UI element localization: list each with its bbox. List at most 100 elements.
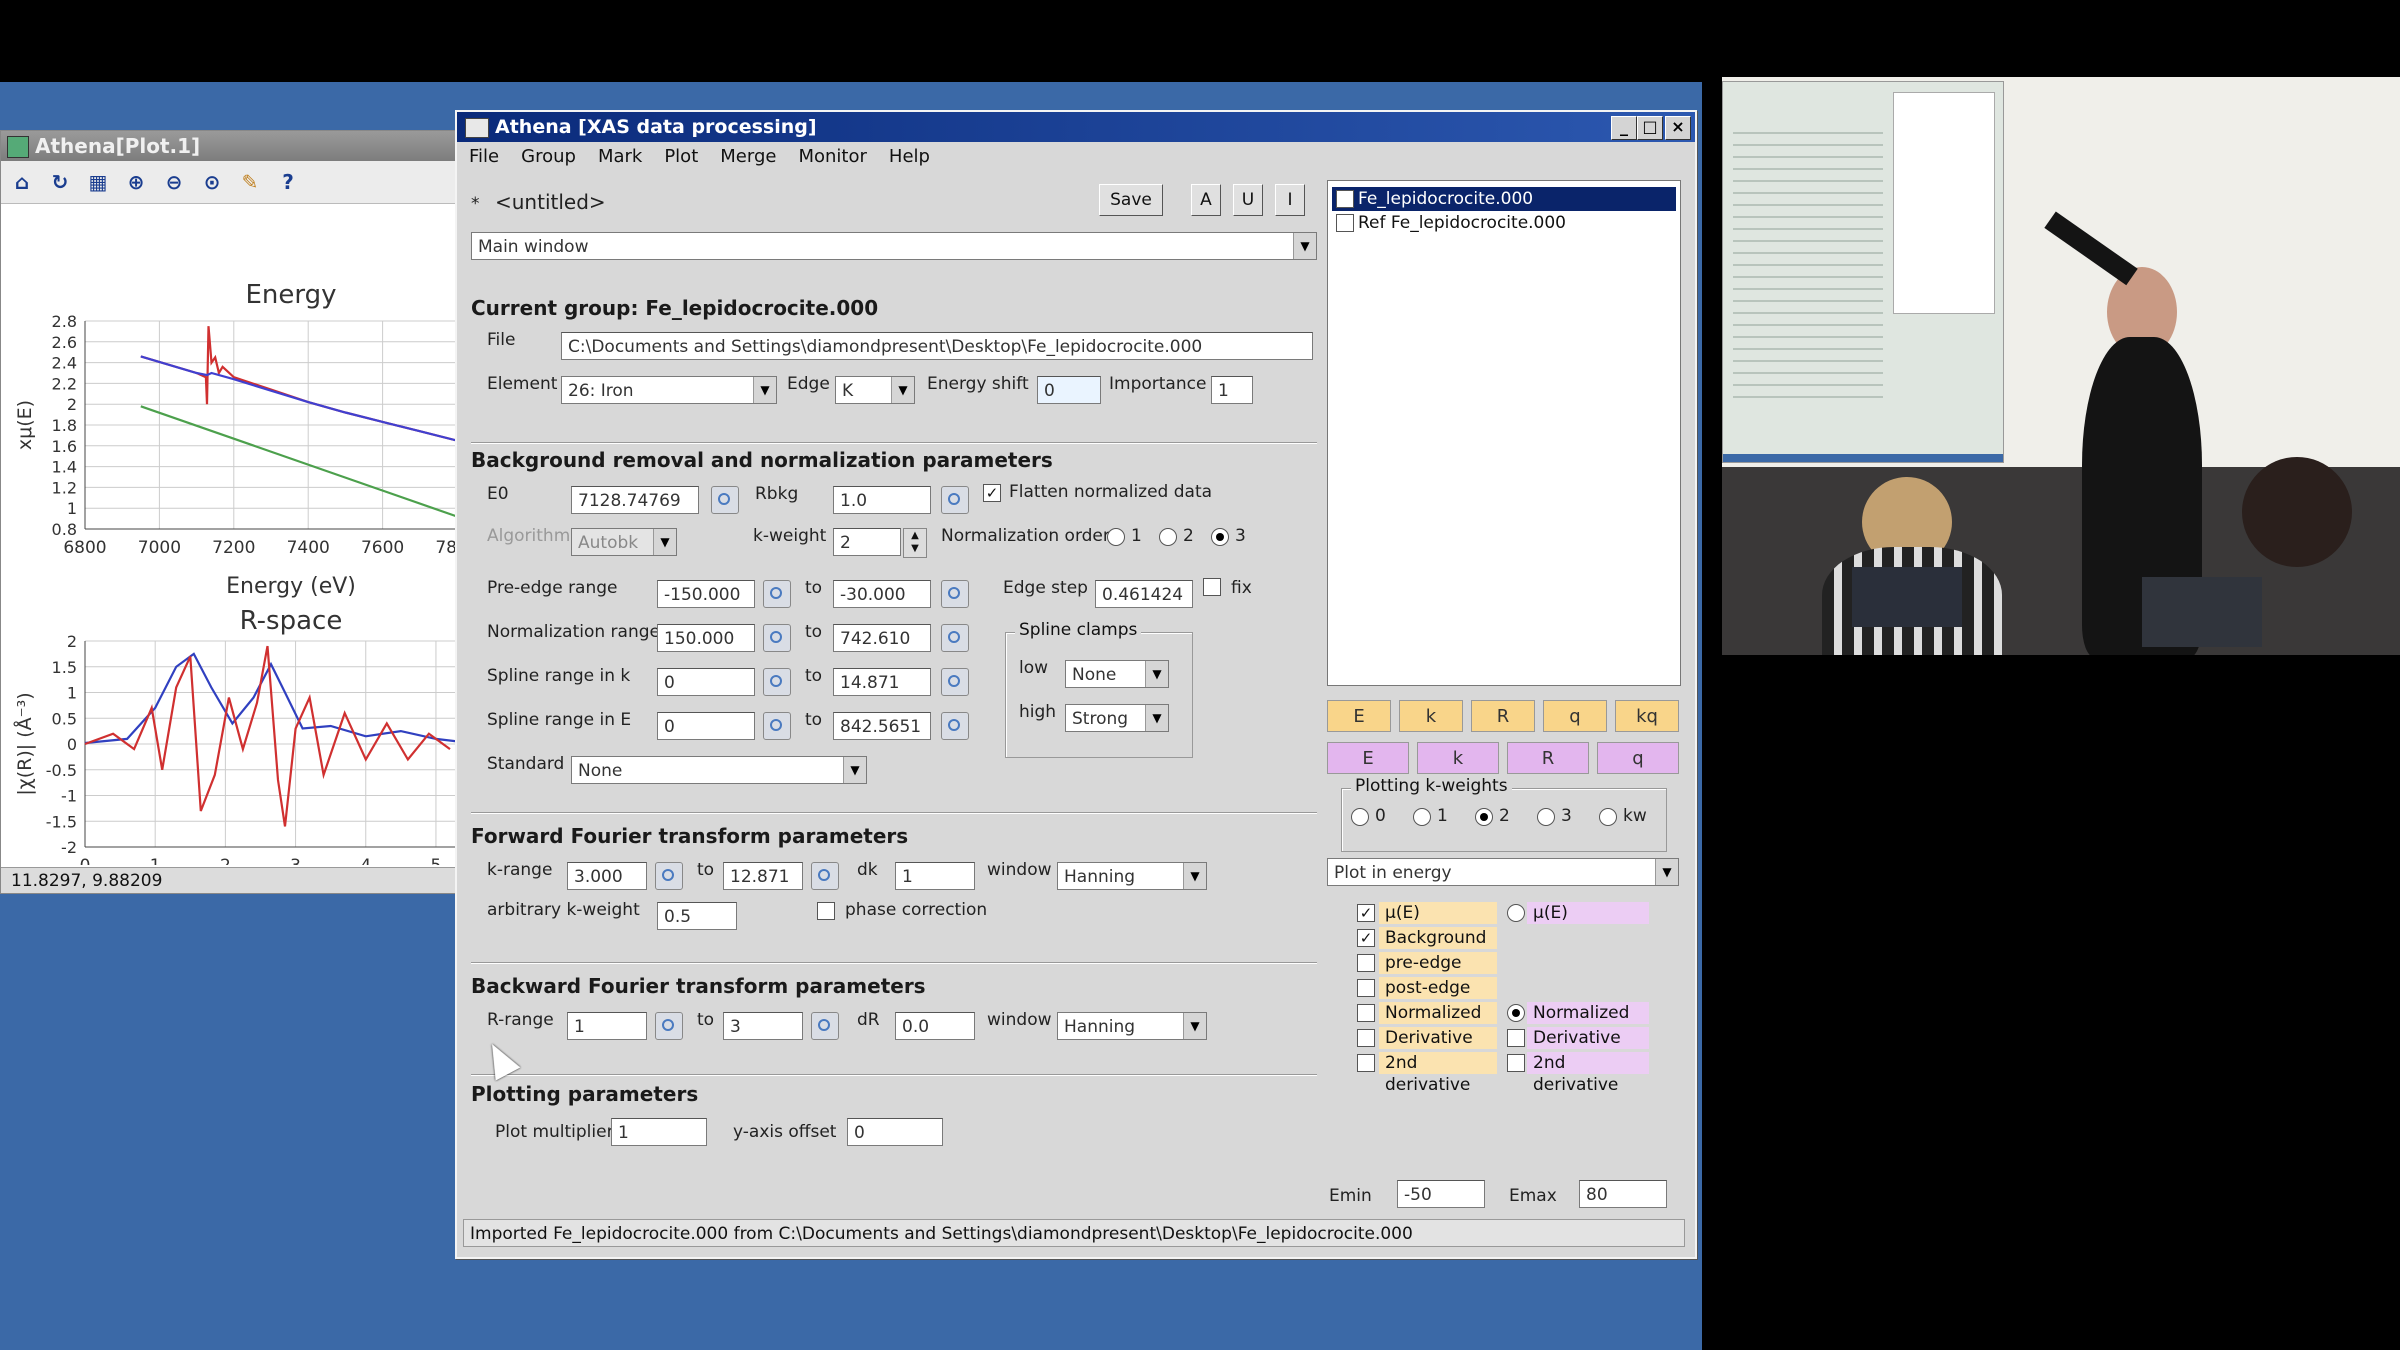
refresh-icon[interactable]: ↻ xyxy=(47,169,73,195)
help-icon[interactable]: ? xyxy=(275,169,301,195)
splinek-to-field[interactable]: 14.871 xyxy=(833,668,931,696)
edge-select[interactable]: K ▼ xyxy=(835,376,915,404)
plot-in-select[interactable]: Plot in energy ▼ xyxy=(1327,858,1679,886)
preedge-from-field[interactable]: -150.000 xyxy=(657,580,755,608)
rbkg-field[interactable]: 1.0 xyxy=(833,486,931,514)
zoom-icon[interactable]: ⊙ xyxy=(199,169,225,195)
norm-order-1-radio[interactable] xyxy=(1107,528,1125,546)
menu-mark[interactable]: Mark xyxy=(598,142,642,172)
kweight-spinner[interactable]: ▲ ▼ xyxy=(903,528,927,558)
emin-field[interactable]: -50 xyxy=(1397,1180,1485,1208)
kweight-field[interactable]: 2 xyxy=(833,528,901,556)
element-select[interactable]: 26: Iron ▼ xyxy=(561,376,777,404)
emax-field[interactable]: 80 xyxy=(1579,1180,1667,1208)
plot-marked-e-button[interactable]: E xyxy=(1327,742,1409,774)
group-item[interactable]: Fe_lepidocrocite.000 xyxy=(1332,187,1676,211)
marked-mu-radio[interactable] xyxy=(1507,904,1525,922)
marked-normalized-radio[interactable] xyxy=(1507,1004,1525,1022)
energy-shift-field[interactable]: 0 xyxy=(1037,376,1101,404)
menu-group[interactable]: Group xyxy=(521,142,576,172)
rrange-to-pick-icon[interactable] xyxy=(811,1012,839,1040)
rbkg-pick-icon[interactable] xyxy=(941,486,969,514)
plot-window-titlebar[interactable]: Athena[Plot.1] xyxy=(1,131,457,161)
athena-titlebar[interactable]: Athena [XAS data processing] _ □ × xyxy=(457,112,1695,142)
group-mark-checkbox[interactable] xyxy=(1336,190,1354,208)
opt-postedge-checkbox[interactable] xyxy=(1357,979,1375,997)
save-button[interactable]: Save xyxy=(1099,184,1163,216)
flatten-checkbox[interactable]: ✓ xyxy=(983,484,1001,502)
zoom-out-icon[interactable]: ⊖ xyxy=(161,169,187,195)
plot-k-button[interactable]: k xyxy=(1399,700,1463,732)
normrange-to-field[interactable]: 742.610 xyxy=(833,624,931,652)
opt-2nd-derivative-checkbox[interactable] xyxy=(1357,1054,1375,1072)
opt-normalized-checkbox[interactable] xyxy=(1357,1004,1375,1022)
plot-multiplier-field[interactable]: 1 xyxy=(611,1118,707,1146)
fix-checkbox[interactable] xyxy=(1203,578,1221,596)
krange-to-field[interactable]: 12.871 xyxy=(723,862,803,890)
preedge-to-pick-icon[interactable] xyxy=(941,580,969,608)
normrange-from-field[interactable]: 150.000 xyxy=(657,624,755,652)
e0-pick-icon[interactable] xyxy=(711,486,739,514)
kweight-2-radio[interactable] xyxy=(1475,808,1493,826)
group-mark-checkbox[interactable] xyxy=(1336,214,1354,232)
splinek-from-field[interactable]: 0 xyxy=(657,668,755,696)
phase-correction-checkbox[interactable] xyxy=(817,902,835,920)
yoffset-field[interactable]: 0 xyxy=(847,1118,943,1146)
group-list[interactable]: Fe_lepidocrocite.000 Ref Fe_lepidocrocit… xyxy=(1327,180,1681,686)
arbk-field[interactable]: 0.5 xyxy=(657,902,737,930)
krange-from-field[interactable]: 3.000 xyxy=(567,862,647,890)
plot-e-button[interactable]: E xyxy=(1327,700,1391,732)
opt-derivative-checkbox[interactable] xyxy=(1357,1029,1375,1047)
krange-to-pick-icon[interactable] xyxy=(811,862,839,890)
opt-mu-checkbox[interactable]: ✓ xyxy=(1357,904,1375,922)
preedge-from-pick-icon[interactable] xyxy=(763,580,791,608)
plot-marked-k-button[interactable]: k xyxy=(1417,742,1499,774)
normrange-from-pick-icon[interactable] xyxy=(763,624,791,652)
plot-marked-q-button[interactable]: q xyxy=(1597,742,1679,774)
plot-q-button[interactable]: q xyxy=(1543,700,1607,732)
maximize-button[interactable]: □ xyxy=(1637,116,1663,140)
dk-field[interactable]: 1 xyxy=(895,862,975,890)
kweight-1-radio[interactable] xyxy=(1413,808,1431,826)
group-item[interactable]: Ref Fe_lepidocrocite.000 xyxy=(1332,211,1676,235)
opt-background-checkbox[interactable]: ✓ xyxy=(1357,929,1375,947)
normrange-to-pick-icon[interactable] xyxy=(941,624,969,652)
file-field[interactable]: C:\Documents and Settings\diamondpresent… xyxy=(561,332,1313,360)
menu-plot[interactable]: Plot xyxy=(664,142,698,172)
splineE-to-field[interactable]: 842.5651 xyxy=(833,712,931,740)
minimize-button[interactable]: _ xyxy=(1611,116,1637,140)
invert-marks-button[interactable]: I xyxy=(1275,184,1305,216)
home-icon[interactable]: ⌂ xyxy=(9,169,35,195)
menu-monitor[interactable]: Monitor xyxy=(798,142,866,172)
opt-preedge-checkbox[interactable] xyxy=(1357,954,1375,972)
fft-window-select[interactable]: Hanning ▼ xyxy=(1057,862,1207,890)
kweight-3-radio[interactable] xyxy=(1537,808,1555,826)
e0-field[interactable]: 7128.74769 xyxy=(571,486,699,514)
view-select[interactable]: Main window ▼ xyxy=(471,232,1317,260)
menu-file[interactable]: File xyxy=(469,142,499,172)
krange-from-pick-icon[interactable] xyxy=(655,862,683,890)
rrange-from-pick-icon[interactable] xyxy=(655,1012,683,1040)
preedge-to-field[interactable]: -30.000 xyxy=(833,580,931,608)
zoom-in-icon[interactable]: ⊕ xyxy=(123,169,149,195)
plot-r-button[interactable]: R xyxy=(1471,700,1535,732)
kweight-0-radio[interactable] xyxy=(1351,808,1369,826)
close-button[interactable]: × xyxy=(1665,116,1691,140)
marked-2nd-derivative-checkbox[interactable] xyxy=(1507,1054,1525,1072)
splinek-to-pick-icon[interactable] xyxy=(941,668,969,696)
menu-merge[interactable]: Merge xyxy=(720,142,776,172)
clamp-high-select[interactable]: Strong ▼ xyxy=(1065,704,1169,732)
dr-field[interactable]: 0.0 xyxy=(895,1012,975,1040)
splinek-from-pick-icon[interactable] xyxy=(763,668,791,696)
kweight-kw-radio[interactable] xyxy=(1599,808,1617,826)
plot-kq-button[interactable]: kq xyxy=(1615,700,1679,732)
splineE-from-pick-icon[interactable] xyxy=(763,712,791,740)
plot-marked-r-button[interactable]: R xyxy=(1507,742,1589,774)
grid-icon[interactable]: ▦ xyxy=(85,169,111,195)
norm-order-3-radio[interactable] xyxy=(1211,528,1229,546)
rrange-from-field[interactable]: 1 xyxy=(567,1012,647,1040)
standard-select[interactable]: None ▼ xyxy=(571,756,867,784)
mark-all-button[interactable]: A xyxy=(1191,184,1221,216)
edge-step-field[interactable]: 0.461424 xyxy=(1095,580,1193,608)
menu-help[interactable]: Help xyxy=(889,142,930,172)
